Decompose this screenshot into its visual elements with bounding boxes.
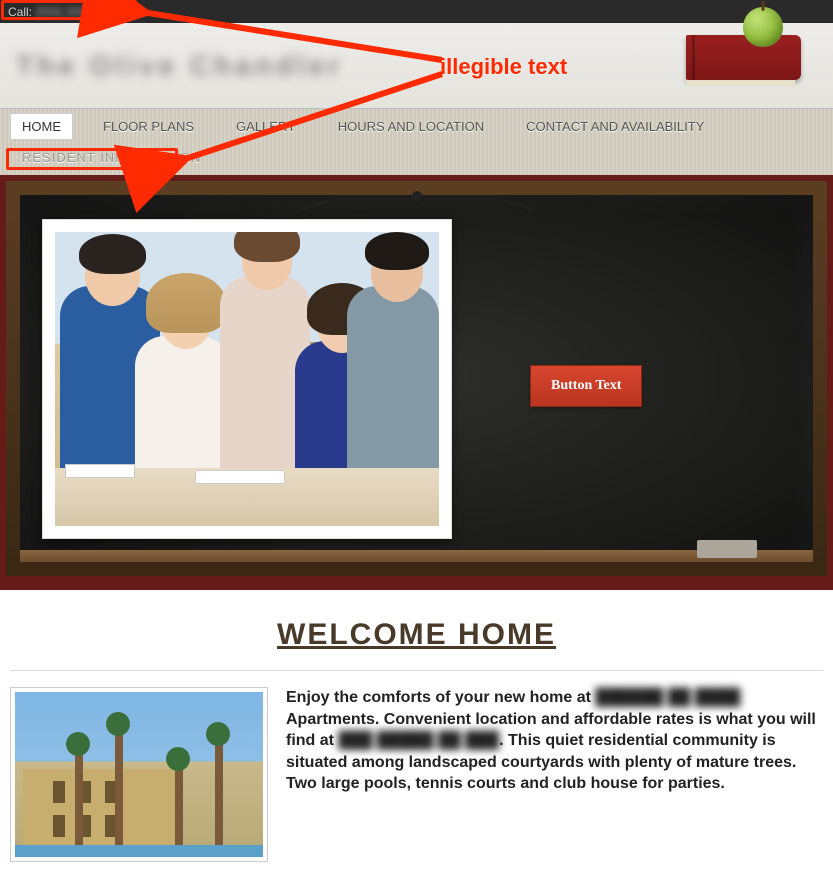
chalk-tray xyxy=(20,550,813,562)
copy-text: Enjoy the comforts of your new home at xyxy=(286,689,595,706)
divider xyxy=(10,670,823,671)
hanger-icon xyxy=(327,191,507,201)
hero-photo xyxy=(42,219,452,539)
book-apple-logo xyxy=(686,35,801,80)
eraser-icon xyxy=(697,540,757,558)
hero-section: Button Text xyxy=(0,175,833,590)
nav-resident-information[interactable]: RESIDENT INFORMATION xyxy=(10,144,213,171)
nav-floor-plans[interactable]: FLOOR PLANS xyxy=(91,113,206,140)
site-title: The Olive Chandler xyxy=(16,50,343,82)
nav-hours-location[interactable]: HOURS AND LOCATION xyxy=(326,113,496,140)
site-header: The Olive Chandler xyxy=(0,23,833,108)
welcome-copy: Enjoy the comforts of your new home at █… xyxy=(286,687,823,795)
main-content: WELCOME HOME Enjoy the comforts of your … xyxy=(0,590,833,882)
book-icon xyxy=(686,35,801,80)
hero-button[interactable]: Button Text xyxy=(530,365,642,407)
nav-contact-availability[interactable]: CONTACT AND AVAILABILITY xyxy=(514,113,716,140)
copy-redacted: ██████ ██ ████ xyxy=(595,689,740,706)
welcome-heading: WELCOME HOME xyxy=(10,618,823,652)
call-label: Call: (555) 555-5555 xyxy=(8,5,117,19)
call-prefix: Call: xyxy=(8,5,32,19)
call-number: (555) 555-5555 xyxy=(35,5,117,19)
apple-icon xyxy=(743,7,783,47)
chalkboard: Button Text xyxy=(6,181,827,576)
property-thumbnail xyxy=(10,687,268,862)
top-bar: Call: (555) 555-5555 xyxy=(0,0,833,23)
main-nav: HOME FLOOR PLANS GALLERY HOURS AND LOCAT… xyxy=(0,108,833,175)
copy-redacted: ███ █████ ██ ███ xyxy=(338,732,499,749)
nav-gallery[interactable]: GALLERY xyxy=(224,113,308,140)
nav-home[interactable]: HOME xyxy=(10,113,73,140)
